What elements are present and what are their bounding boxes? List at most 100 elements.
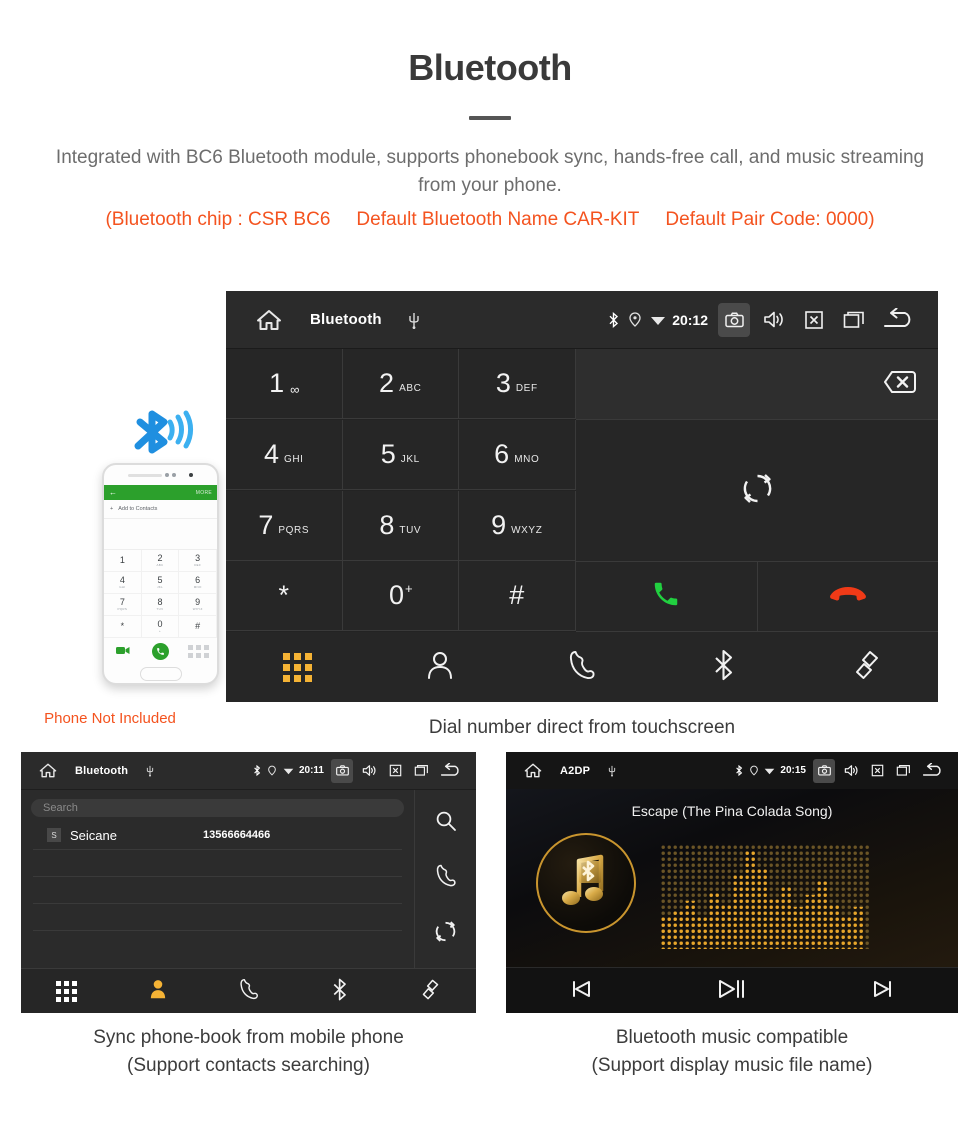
play-pause-button[interactable] <box>657 978 808 1005</box>
usb-icon <box>146 764 154 777</box>
key-letters: TUV <box>399 524 422 536</box>
dial-key-3[interactable]: 3 DEF <box>459 349 576 419</box>
dial-key-star[interactable]: * <box>226 561 343 632</box>
sync-icon[interactable] <box>434 920 457 948</box>
close-box-icon[interactable] <box>382 752 408 789</box>
dialer-title: Bluetooth <box>310 311 382 328</box>
tab-call-history[interactable] <box>203 978 294 1005</box>
phone-not-included-note: Phone Not Included <box>44 710 176 727</box>
key-plus: + <box>404 581 413 597</box>
phone-action-row <box>104 638 217 664</box>
camera-icon[interactable] <box>331 758 353 783</box>
dial-key-8[interactable]: 8 TUV <box>342 490 459 561</box>
volume-icon[interactable] <box>838 752 864 789</box>
tab-call-history[interactable] <box>511 650 653 685</box>
phonebook-caption: Sync phone-book from mobile phone (Suppo… <box>21 1024 476 1079</box>
tab-keypad[interactable] <box>21 981 112 1002</box>
phone-key-sub: + <box>158 629 162 633</box>
plus-icon: + <box>110 506 114 512</box>
bluetooth-icon <box>250 752 265 789</box>
phone-key-num: 3 <box>195 553 201 563</box>
back-icon[interactable] <box>916 752 950 789</box>
bluetooth-icon <box>731 752 746 789</box>
contact-row-empty <box>33 877 402 904</box>
tab-link[interactable] <box>385 978 476 1006</box>
dial-key-5[interactable]: 5 JKL <box>342 419 459 490</box>
dial-key-6[interactable]: 6 MNO <box>459 419 576 490</box>
back-icon[interactable] <box>434 752 468 789</box>
dial-key-0[interactable]: 0 + <box>342 561 459 632</box>
volume-icon[interactable] <box>754 291 794 348</box>
phone-call-button <box>151 642 169 660</box>
phone-add-contact-label: Add to Contacts <box>118 506 158 512</box>
phone-key: 6 MNO <box>179 572 217 594</box>
close-box-icon[interactable] <box>794 291 834 348</box>
dial-key-4[interactable]: 4 GHI <box>226 419 343 490</box>
key-letters: GHI <box>283 453 304 465</box>
contact-name: Seicane <box>70 827 117 843</box>
camera-icon[interactable] <box>718 302 750 337</box>
usb-icon <box>608 764 616 777</box>
phone-icon[interactable] <box>435 864 457 892</box>
tab-bluetooth[interactable] <box>653 649 795 686</box>
number-display[interactable] <box>576 349 938 420</box>
call-icon <box>651 579 681 614</box>
hangup-button[interactable] <box>756 562 938 632</box>
dial-key-9[interactable]: 9 WXYZ <box>459 490 576 561</box>
phonebook-action-rail <box>414 790 476 968</box>
key-number: 0 <box>388 580 404 611</box>
search-icon[interactable] <box>435 810 457 837</box>
location-icon <box>265 752 280 789</box>
key-letters: WXYZ <box>511 524 543 536</box>
bluetooth-icon <box>332 978 348 1006</box>
dial-key-hash[interactable]: # <box>459 561 576 632</box>
phone-key: 5 JKL <box>141 572 180 594</box>
tab-link[interactable] <box>796 649 938 686</box>
spec-pair-code: Default Pair Code: 0000) <box>665 208 875 230</box>
tab-contacts[interactable] <box>112 978 203 1005</box>
phone-more-label: MORE <box>195 489 212 496</box>
phone-earpiece <box>104 465 217 485</box>
recents-icon[interactable] <box>408 752 434 789</box>
music-controls <box>506 967 958 1013</box>
phonebook-screenshot: Bluetooth 20:11 Search S Seicane 1356666… <box>21 752 476 1013</box>
recents-icon[interactable] <box>890 752 916 789</box>
sync-icon[interactable] <box>741 472 774 510</box>
dial-key-1[interactable]: 1 ∞ <box>226 349 343 419</box>
phone-number-area <box>104 519 217 550</box>
tab-bluetooth[interactable] <box>294 978 385 1006</box>
key-number: 3 <box>495 368 511 398</box>
volume-icon[interactable] <box>356 752 382 789</box>
dial-key-7[interactable]: 7 PQRS <box>226 490 343 561</box>
phone-key-num: * <box>120 621 125 631</box>
previous-button[interactable] <box>506 979 657 1004</box>
keypad-icon <box>56 981 77 1002</box>
backspace-icon[interactable] <box>872 368 916 401</box>
dialer-sync-area[interactable] <box>576 420 938 562</box>
recents-icon[interactable] <box>834 291 874 348</box>
phone-key: 7 PQRS <box>104 594 142 616</box>
call-button[interactable] <box>576 562 757 632</box>
camera-icon[interactable] <box>813 758 835 783</box>
contact-row[interactable]: S Seicane 13566664466 <box>33 821 402 850</box>
phonebook-status-icons: 20:11 <box>250 752 468 789</box>
bluetooth-icon <box>128 408 208 471</box>
wifi-icon <box>646 291 670 348</box>
key-number: * <box>278 580 289 611</box>
phone-key: * <box>104 616 142 638</box>
tab-keypad[interactable] <box>226 652 368 682</box>
next-button[interactable] <box>807 979 958 1004</box>
phonebook-tabbar <box>21 968 476 1013</box>
close-box-icon[interactable] <box>864 752 890 789</box>
search-input[interactable]: Search <box>31 799 404 817</box>
home-icon[interactable] <box>256 308 282 332</box>
home-icon[interactable] <box>39 762 57 779</box>
home-icon[interactable] <box>524 762 542 779</box>
phone-app-header: ← MORE <box>104 485 217 500</box>
phone-key-num: 0 <box>157 619 163 629</box>
dial-key-2[interactable]: 2 ABC <box>342 349 459 419</box>
phone-key-num: 7 <box>119 597 125 607</box>
tab-contacts[interactable] <box>368 650 510 685</box>
back-icon[interactable] <box>874 291 924 348</box>
phonebook-caption-line1: Sync phone-book from mobile phone <box>93 1027 404 1048</box>
